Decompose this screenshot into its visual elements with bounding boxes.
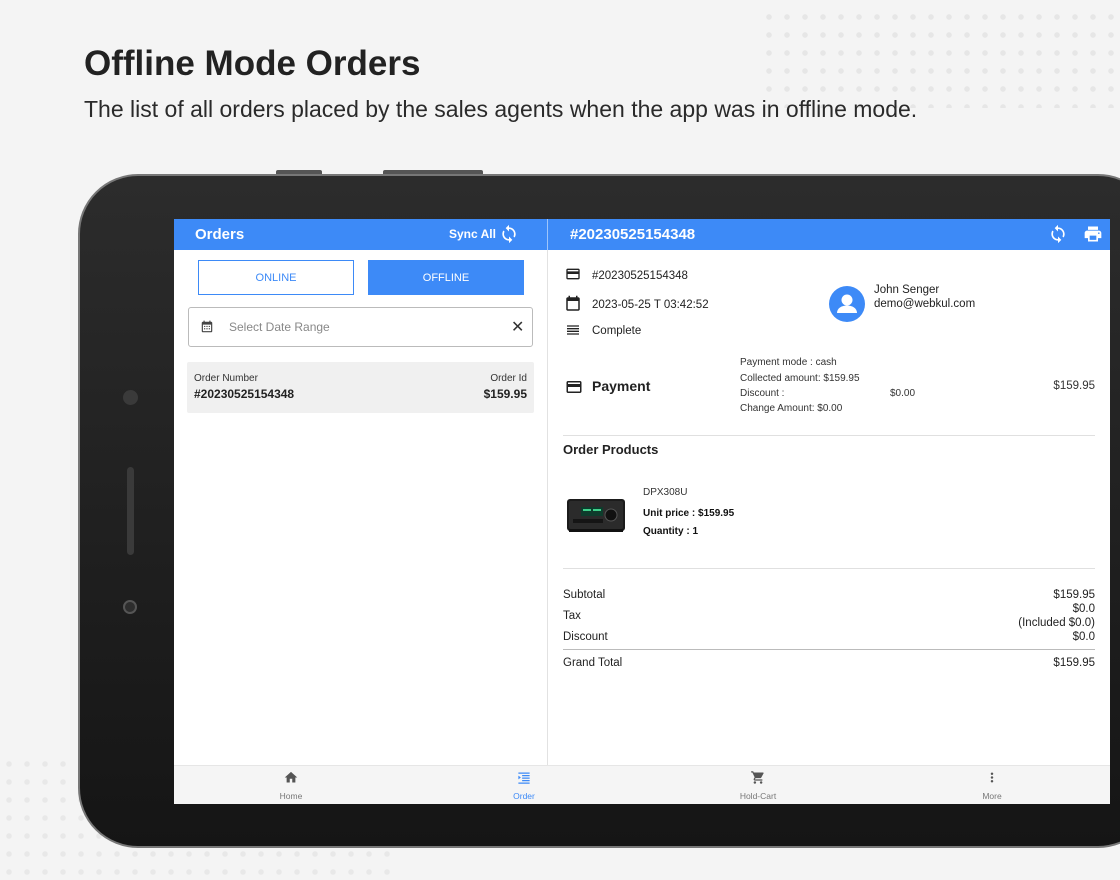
subtotal-label: Subtotal	[563, 589, 606, 601]
list-icon	[564, 322, 582, 343]
nav-order-label: Order	[513, 791, 535, 801]
order-status: Complete	[592, 325, 642, 337]
nav-order[interactable]: Order	[464, 770, 584, 801]
date-range-input[interactable]	[229, 318, 489, 336]
orders-list-pane: ONLINE OFFLINE ✕ Order Number Order Id #…	[174, 250, 548, 765]
order-number-label: Order Number	[194, 373, 258, 384]
tablet-sensor	[123, 390, 138, 405]
order-number: #20230525154348	[592, 270, 688, 282]
order-amount-value: $159.95	[483, 387, 527, 401]
order-products-title: Order Products	[563, 442, 659, 457]
divider	[563, 568, 1095, 569]
order-id-label: Order Id	[490, 373, 527, 384]
order-datetime: 2023-05-25 T 03:42:52	[592, 299, 709, 311]
nav-more[interactable]: More	[932, 770, 1052, 801]
page-title: Offline Mode Orders	[84, 44, 421, 83]
close-icon[interactable]: ✕	[511, 317, 524, 337]
payment-total: $159.95	[1053, 380, 1095, 392]
calendar-icon	[564, 294, 582, 319]
payment-title: Payment	[592, 378, 651, 394]
tax-value: $0.0	[1072, 603, 1095, 615]
tablet-camera	[123, 600, 137, 614]
order-detail-pane: #20230525154348 2023-05-25 T 03:42:52 Co…	[549, 250, 1110, 765]
more-vert-icon	[990, 772, 994, 783]
app-screen: Orders Sync All #20230525154348 ONLINE O…	[174, 219, 1110, 804]
nav-home-label: Home	[279, 791, 303, 801]
nav-more-label: More	[982, 791, 1002, 801]
calendar-icon	[200, 320, 214, 339]
payment-mode: Payment mode : cash	[740, 357, 837, 368]
order-detail-title: #20230525154348	[570, 226, 696, 243]
print-icon[interactable]	[1082, 224, 1104, 249]
divider	[563, 649, 1095, 650]
orders-title: Orders	[195, 226, 245, 243]
date-range-field[interactable]: ✕	[188, 307, 533, 347]
discount-label: Discount :	[740, 388, 785, 399]
quantity-value: 1	[692, 526, 699, 537]
product-name: DPX308U	[643, 487, 688, 498]
grand-total-label: Grand Total	[563, 657, 623, 669]
nav-hold-cart-label: Hold-Cart	[739, 791, 777, 801]
cart-icon	[751, 771, 764, 784]
nav-home[interactable]: Home	[231, 770, 351, 801]
card-icon	[564, 266, 582, 287]
list-item[interactable]: Order Number Order Id #20230525154348 $1…	[187, 362, 534, 413]
unit-price-label: Unit price :	[643, 508, 699, 519]
decorative-dots-top-right	[760, 8, 1120, 108]
home-icon	[284, 771, 298, 783]
grand-total-value: $159.95	[1053, 657, 1095, 669]
divider	[563, 435, 1095, 436]
product-image	[565, 493, 627, 537]
change-amount: Change Amount: $0.00	[740, 403, 843, 414]
sync-all-button[interactable]: Sync All	[449, 227, 496, 241]
tab-online[interactable]: ONLINE	[198, 260, 354, 295]
customer-name: John Senger	[874, 284, 940, 296]
product-quantity: Quantity : 1	[643, 526, 698, 537]
discount-value: $0.00	[890, 388, 916, 399]
sync-icon[interactable]	[499, 223, 519, 250]
customer-email: demo@webkul.com	[874, 298, 976, 310]
refresh-icon[interactable]	[1048, 223, 1068, 250]
product-unit-price: Unit price : $159.95	[643, 508, 734, 519]
bottom-nav: Home Order Hold-Cart More	[174, 765, 1110, 804]
page-subtitle: The list of all orders placed by the sal…	[84, 96, 918, 122]
order-number-value: #20230525154348	[194, 387, 295, 401]
unit-price-value: $159.95	[698, 508, 735, 519]
avatar	[829, 286, 865, 322]
app-bar: Orders Sync All #20230525154348	[174, 219, 1110, 250]
tax-note: (Included $0.0)	[1018, 617, 1095, 629]
payment-card-icon	[564, 378, 584, 401]
discount-summary-value: $0.0	[1072, 631, 1095, 643]
nav-hold-cart[interactable]: Hold-Cart	[698, 770, 818, 801]
person-icon	[837, 294, 857, 313]
tab-offline[interactable]: OFFLINE	[368, 260, 524, 295]
collected-amount: Collected amount: $159.95	[740, 373, 860, 384]
discount-summary-label: Discount	[563, 631, 608, 643]
subtotal-value: $159.95	[1053, 589, 1095, 601]
appbar-divider	[547, 219, 548, 250]
quantity-label: Quantity :	[643, 526, 693, 537]
order-list-icon	[518, 772, 530, 784]
tax-label: Tax	[563, 610, 581, 622]
tablet-speaker	[127, 467, 134, 555]
